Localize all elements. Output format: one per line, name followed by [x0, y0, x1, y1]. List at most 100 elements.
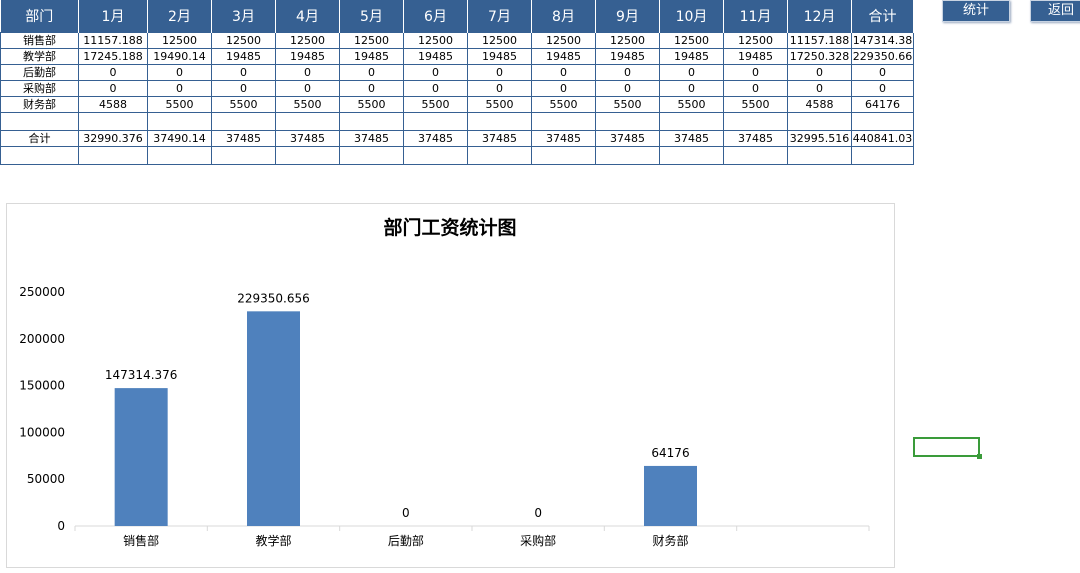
- table-cell[interactable]: [275, 112, 340, 131]
- table-cell[interactable]: 5500: [147, 96, 212, 113]
- table-cell[interactable]: [467, 112, 532, 131]
- table-cell[interactable]: [147, 146, 212, 165]
- table-cell[interactable]: 32990.376: [78, 130, 148, 147]
- table-cell[interactable]: 37485: [275, 130, 340, 147]
- table-cell[interactable]: [659, 146, 724, 165]
- table-cell[interactable]: 37485: [595, 130, 660, 147]
- table-cell[interactable]: 37485: [723, 130, 788, 147]
- table-cell[interactable]: 0: [467, 64, 532, 81]
- table-cell[interactable]: [787, 146, 852, 165]
- column-header[interactable]: 4月: [275, 0, 340, 33]
- table-cell[interactable]: 37485: [211, 130, 276, 147]
- table-cell[interactable]: 37485: [403, 130, 468, 147]
- table-cell[interactable]: 64176: [851, 96, 914, 113]
- table-cell[interactable]: 0: [723, 80, 788, 97]
- table-cell[interactable]: 5500: [211, 96, 276, 113]
- table-cell[interactable]: [723, 146, 788, 165]
- table-cell[interactable]: 12500: [339, 32, 404, 49]
- table-cell[interactable]: [147, 112, 212, 131]
- stats-button[interactable]: 统计: [942, 0, 1010, 22]
- table-cell[interactable]: 12500: [723, 32, 788, 49]
- table-cell[interactable]: 0: [147, 64, 212, 81]
- table-cell[interactable]: [467, 146, 532, 165]
- table-cell[interactable]: 合计: [0, 130, 79, 147]
- table-cell[interactable]: 0: [78, 64, 148, 81]
- table-cell[interactable]: [78, 112, 148, 131]
- table-cell[interactable]: [851, 146, 914, 165]
- column-header[interactable]: 10月: [659, 0, 724, 33]
- table-cell[interactable]: [0, 146, 79, 165]
- table-cell[interactable]: 教学部: [0, 48, 79, 65]
- table-cell[interactable]: [339, 112, 404, 131]
- table-cell[interactable]: 11157.188: [787, 32, 852, 49]
- column-header[interactable]: 7月: [467, 0, 532, 33]
- table-cell[interactable]: 5500: [595, 96, 660, 113]
- table-cell[interactable]: [275, 146, 340, 165]
- table-cell[interactable]: 11157.188: [78, 32, 148, 49]
- table-cell[interactable]: [851, 112, 914, 131]
- table-cell[interactable]: [403, 112, 468, 131]
- table-cell[interactable]: 0: [723, 64, 788, 81]
- table-cell[interactable]: 229350.66: [851, 48, 914, 65]
- table-cell[interactable]: 0: [275, 80, 340, 97]
- table-cell[interactable]: 0: [403, 80, 468, 97]
- table-cell[interactable]: 0: [851, 64, 914, 81]
- table-cell[interactable]: 5500: [339, 96, 404, 113]
- table-cell[interactable]: 12500: [275, 32, 340, 49]
- table-cell[interactable]: 0: [211, 64, 276, 81]
- table-cell[interactable]: 采购部: [0, 80, 79, 97]
- table-cell[interactable]: 17245.188: [78, 48, 148, 65]
- column-header[interactable]: 5月: [339, 0, 404, 33]
- table-cell[interactable]: [0, 112, 79, 131]
- table-cell[interactable]: 4588: [787, 96, 852, 113]
- table-cell[interactable]: 19485: [467, 48, 532, 65]
- table-cell[interactable]: [531, 146, 596, 165]
- table-cell[interactable]: 12500: [211, 32, 276, 49]
- table-cell[interactable]: 0: [339, 80, 404, 97]
- table-cell[interactable]: [659, 112, 724, 131]
- table-cell[interactable]: 销售部: [0, 32, 79, 49]
- table-cell[interactable]: 17250.328: [787, 48, 852, 65]
- table-cell[interactable]: 5500: [275, 96, 340, 113]
- table-cell[interactable]: 37485: [531, 130, 596, 147]
- column-header[interactable]: 2月: [147, 0, 212, 33]
- table-cell[interactable]: 12500: [467, 32, 532, 49]
- column-header[interactable]: 12月: [787, 0, 852, 33]
- table-cell[interactable]: 147314.38: [851, 32, 914, 49]
- table-cell[interactable]: 0: [339, 64, 404, 81]
- table-cell[interactable]: 0: [531, 64, 596, 81]
- table-cell[interactable]: 0: [78, 80, 148, 97]
- table-cell[interactable]: [403, 146, 468, 165]
- table-cell[interactable]: 37490.14: [147, 130, 212, 147]
- table-cell[interactable]: 440841.03: [851, 130, 914, 147]
- column-header[interactable]: 6月: [403, 0, 468, 33]
- table-cell[interactable]: 0: [595, 80, 660, 97]
- table-cell[interactable]: 19485: [403, 48, 468, 65]
- table-cell[interactable]: 0: [659, 80, 724, 97]
- table-cell[interactable]: 12500: [659, 32, 724, 49]
- table-cell[interactable]: 5500: [659, 96, 724, 113]
- table-cell[interactable]: 财务部: [0, 96, 79, 113]
- table-cell[interactable]: 后勤部: [0, 64, 79, 81]
- column-header[interactable]: 8月: [531, 0, 596, 33]
- table-cell[interactable]: 5500: [403, 96, 468, 113]
- table-cell[interactable]: 37485: [467, 130, 532, 147]
- table-cell[interactable]: 5500: [531, 96, 596, 113]
- table-cell[interactable]: 19490.14: [147, 48, 212, 65]
- table-cell[interactable]: 0: [787, 80, 852, 97]
- column-header[interactable]: 1月: [78, 0, 148, 33]
- table-cell[interactable]: 0: [275, 64, 340, 81]
- table-cell[interactable]: 0: [467, 80, 532, 97]
- column-header[interactable]: 合计: [851, 0, 914, 33]
- table-cell[interactable]: 0: [211, 80, 276, 97]
- table-cell[interactable]: 12500: [403, 32, 468, 49]
- table-cell[interactable]: 0: [595, 64, 660, 81]
- table-cell[interactable]: [531, 112, 596, 131]
- table-cell[interactable]: 19485: [531, 48, 596, 65]
- fill-handle[interactable]: [977, 454, 982, 459]
- table-cell[interactable]: 37485: [339, 130, 404, 147]
- table-cell[interactable]: 0: [659, 64, 724, 81]
- table-cell[interactable]: 19485: [211, 48, 276, 65]
- table-cell[interactable]: [595, 146, 660, 165]
- table-cell[interactable]: 5500: [467, 96, 532, 113]
